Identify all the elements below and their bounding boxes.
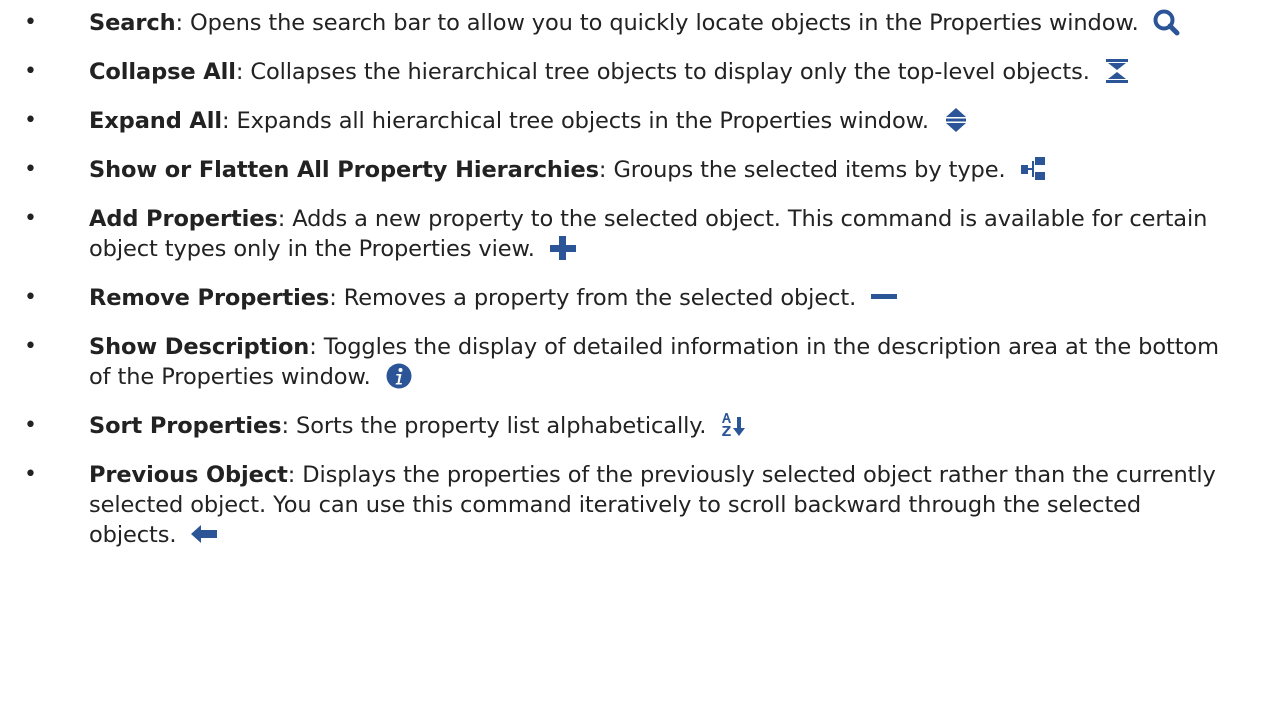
- plus-icon: [548, 234, 578, 262]
- item-term: Sort Properties: [89, 413, 282, 439]
- bullet: •: [24, 413, 37, 438]
- collapse-all-icon: [1103, 57, 1133, 85]
- hierarchy-icon: [1019, 155, 1049, 183]
- bullet: •: [24, 108, 37, 133]
- item-description: : Removes a property from the selected o…: [329, 285, 857, 311]
- list-item-search: • Search: Opens the search bar to allow …: [0, 8, 1261, 38]
- item-term: Expand All: [89, 108, 222, 134]
- bullet: •: [24, 157, 37, 182]
- bullet: •: [24, 334, 37, 359]
- item-term: Collapse All: [89, 59, 236, 85]
- minus-icon: [869, 283, 899, 311]
- bullet: •: [24, 462, 37, 487]
- item-term: Add Properties: [89, 206, 278, 232]
- list-item-sort-properties: • Sort Properties: Sorts the property li…: [0, 411, 1261, 441]
- back-arrow-icon: [189, 520, 219, 548]
- bullet: •: [24, 10, 37, 35]
- item-term: Show or Flatten All Property Hierarchies: [89, 157, 599, 183]
- expand-all-icon: [942, 106, 972, 134]
- command-list: • Search: Opens the search bar to allow …: [0, 0, 1261, 550]
- list-item-previous-object: • Previous Object: Displays the properti…: [0, 460, 1261, 550]
- bullet: •: [24, 206, 37, 231]
- item-description: : Opens the search bar to allow you to q…: [175, 10, 1139, 36]
- list-item-remove-properties: • Remove Properties: Removes a property …: [0, 283, 1261, 313]
- item-description: : Sorts the property list alphabetically…: [281, 413, 707, 439]
- item-term: Remove Properties: [89, 285, 330, 311]
- list-item-show-description: • Show Description: Toggles the display …: [0, 332, 1261, 392]
- search-icon: [1152, 8, 1182, 36]
- item-term: Previous Object: [89, 462, 288, 488]
- list-item-collapse-all: • Collapse All: Collapses the hierarchic…: [0, 57, 1261, 87]
- item-description: : Groups the selected items by type.: [598, 157, 1006, 183]
- info-icon: [384, 362, 414, 390]
- sort-alphabetical-icon: [719, 411, 749, 439]
- item-term: Show Description: [89, 334, 310, 360]
- list-item-expand-all: • Expand All: Expands all hierarchical t…: [0, 106, 1261, 136]
- list-item-hierarchies: • Show or Flatten All Property Hierarchi…: [0, 155, 1261, 185]
- item-term: Search: [89, 10, 176, 36]
- list-item-add-properties: • Add Properties: Adds a new property to…: [0, 204, 1261, 264]
- bullet: •: [24, 285, 37, 310]
- bullet: •: [24, 59, 37, 84]
- item-description: : Expands all hierarchical tree objects …: [221, 108, 929, 134]
- item-description: : Collapses the hierarchical tree object…: [235, 59, 1090, 85]
